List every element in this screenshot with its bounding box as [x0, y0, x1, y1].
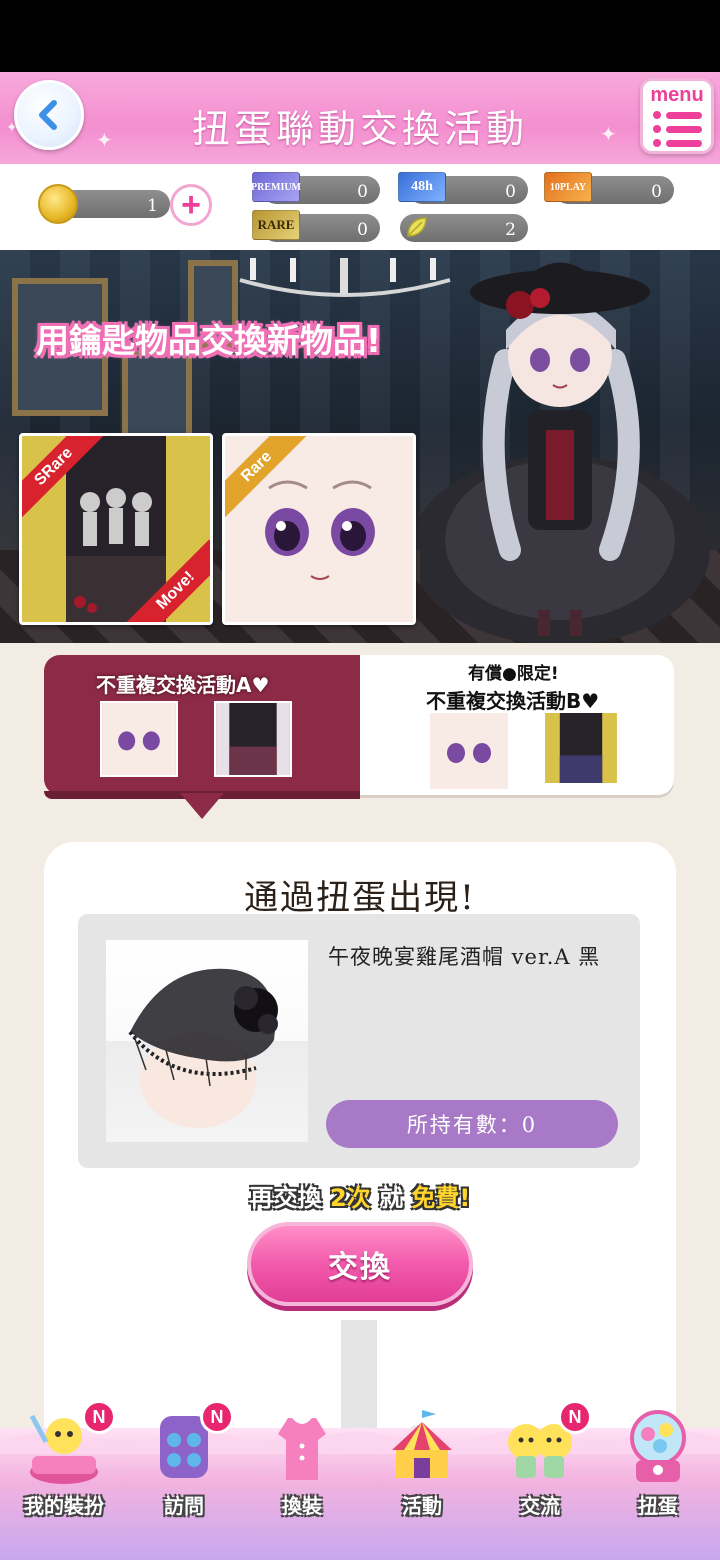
face-thumbnail-image — [430, 713, 508, 789]
sparkle-icon: ✦ — [96, 128, 113, 152]
appear-title: 通過扭蛋出現! — [244, 878, 476, 918]
bottom-navigation: N 我的裝扮 N 訪問 換裝 活動 N 交流 扭蛋 — [0, 1400, 720, 1560]
coin-icon — [38, 184, 78, 224]
paid-limited-note: 有償●限定! — [468, 664, 559, 684]
currency-bar: 1 + 0 PREMIUM 0 48h 0 10PLAY 0 RARE 2 — [0, 164, 720, 250]
nav-label-dress-up: 換裝 — [282, 1494, 322, 1518]
new-badge: N — [200, 1400, 234, 1434]
plus-icon: + — [181, 186, 201, 224]
face-thumbnail — [430, 713, 508, 789]
menu-button[interactable]: menu — [640, 78, 714, 154]
nav-social[interactable]: N 交流 — [480, 1400, 600, 1550]
free-note-pre: 再交換 — [249, 1184, 322, 1212]
event-banner[interactable]: 用鑰匙物品交換新物品! SRare Move! Rare — [0, 250, 720, 643]
background-thumbnail — [214, 701, 292, 777]
hamburger-icon — [653, 111, 705, 153]
nav-events[interactable]: 活動 — [362, 1400, 482, 1550]
background-thumbnail — [542, 713, 620, 789]
circus-tent-icon — [392, 1410, 452, 1478]
premium-ticket-icon: PREMIUM — [251, 172, 301, 202]
nav-gacha[interactable]: 扭蛋 — [598, 1400, 718, 1550]
dress-icon — [278, 1418, 326, 1480]
background-thumbnail-image — [216, 703, 290, 775]
leaf-count: 2 — [505, 220, 516, 240]
header-bar: ✦ ✦ ✦ 扭蛋聯動交換活動 menu — [0, 72, 720, 164]
rare-ticket-icon: RARE — [252, 210, 300, 240]
reward-card-srare[interactable]: SRare Move! — [19, 433, 213, 625]
tab-exchange-b[interactable]: 有償●限定! 不重複交換活動B♥ — [360, 655, 674, 795]
free-note-mid: 就 — [379, 1184, 404, 1212]
banner-caption: 用鑰匙物品交換新物品! — [36, 321, 382, 360]
tab-exchange-a[interactable]: 不重複交換活動A♥ — [44, 655, 360, 799]
sparkle-icon: ✦ — [600, 122, 617, 146]
exchange-tabs: 不重複交換活動A♥ 有償●限定! 不重複交換活動B♥ — [44, 655, 674, 819]
new-badge: N — [82, 1400, 116, 1434]
premium-ticket-count: 0 — [357, 182, 368, 202]
nav-visit[interactable]: N 訪問 — [124, 1400, 244, 1550]
menu-label: menu — [650, 84, 704, 106]
48h-ticket-count: 0 — [505, 182, 516, 202]
rare-ticket-count: 0 — [357, 220, 368, 240]
free-exchange-note: 再交換 2次 就 免費! — [44, 1178, 676, 1213]
owned-count: 所持有數：0 — [326, 1100, 618, 1148]
nav-label-my-outfit: 我的裝扮 — [24, 1494, 104, 1518]
face-thumbnail-image — [102, 703, 176, 775]
free-note-count: 2次 — [329, 1184, 371, 1212]
48h-ticket-icon: 48h — [398, 172, 446, 202]
10play-ticket-count: 0 — [651, 182, 662, 202]
free-note-free: 免費! — [411, 1184, 471, 1212]
character-illustration — [420, 262, 710, 643]
coin-count: 1 — [147, 196, 158, 216]
tab-pointer — [180, 793, 224, 819]
10play-ticket-icon: 10PLAY — [544, 172, 592, 202]
tab-a-title: 不重複交換活動A♥ — [96, 673, 270, 697]
back-button[interactable] — [14, 80, 84, 150]
exchange-button-label: 交換 — [328, 1250, 392, 1285]
item-image — [106, 940, 308, 1142]
leaf-icon — [407, 217, 427, 237]
new-badge: N — [558, 1400, 592, 1434]
gacha-machine-icon — [630, 1410, 686, 1482]
item-box: 午夜晚宴雞尾酒帽 ver.A 黑 所持有數：0 — [78, 914, 640, 1168]
nav-label-visit: 訪問 — [164, 1494, 204, 1518]
reward-card-rare[interactable]: Rare — [222, 433, 416, 625]
item-name: 午夜晚宴雞尾酒帽 ver.A 黑 — [328, 945, 601, 969]
status-bar — [0, 0, 720, 72]
hat-illustration — [128, 968, 278, 1128]
nav-dress-up[interactable]: 換裝 — [242, 1400, 362, 1550]
add-coins-button[interactable]: + — [170, 184, 212, 226]
background-thumbnail-image — [545, 713, 617, 783]
exchange-button[interactable]: 交換 — [247, 1222, 473, 1306]
page-title: 扭蛋聯動交換活動 — [191, 107, 528, 151]
nav-label-social: 交流 — [520, 1494, 560, 1518]
face-thumbnail — [100, 701, 178, 777]
chevron-left-icon — [39, 100, 57, 130]
nav-label-events: 活動 — [402, 1494, 442, 1518]
tab-b-title: 不重複交換活動B♥ — [426, 689, 600, 713]
nav-label-gacha: 扭蛋 — [638, 1494, 678, 1518]
nav-my-outfit[interactable]: N 我的裝扮 — [4, 1400, 124, 1550]
